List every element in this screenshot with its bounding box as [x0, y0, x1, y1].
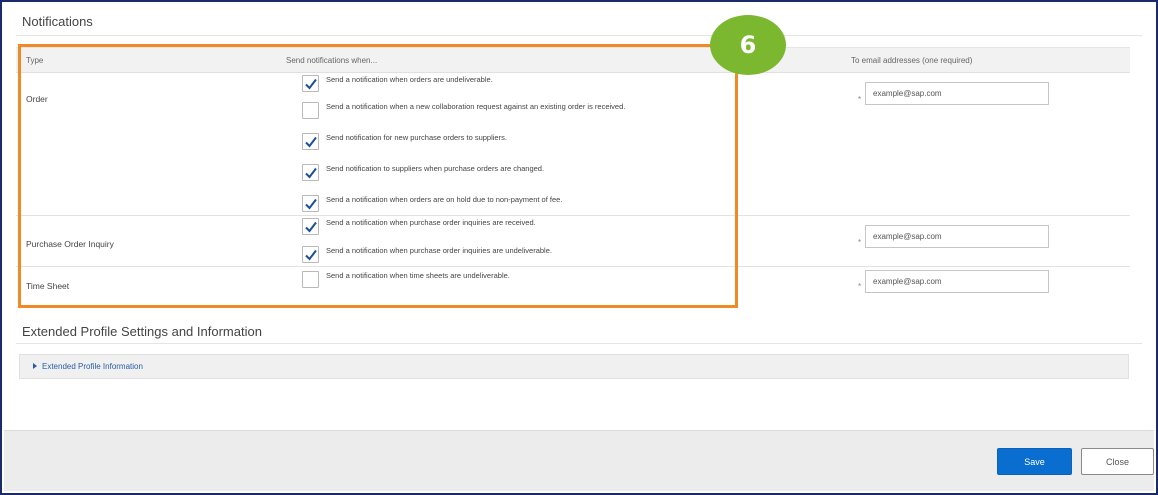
checkbox[interactable] [302, 195, 319, 212]
required-marker: * [858, 95, 862, 104]
option-label: Send a notification when a new collabora… [326, 102, 626, 111]
option-label: Send a notification when time sheets are… [326, 271, 510, 280]
notification-settings-page: Notifications Type Send notifications wh… [0, 0, 1158, 495]
purchase-order-inquiry-email-field[interactable] [865, 225, 1049, 248]
extended-profile-bar[interactable]: Extended Profile Information [19, 354, 1129, 379]
checkmark-icon [305, 198, 317, 210]
checkbox[interactable] [302, 102, 319, 119]
checkmark-icon [305, 167, 317, 179]
checkmark-icon [305, 249, 317, 261]
footer-bar: Save Close [4, 430, 1154, 491]
title-divider [16, 35, 1142, 36]
notifications-title: Notifications [22, 14, 93, 29]
row-label-time-sheet: Time Sheet [26, 281, 70, 291]
close-button[interactable]: Close [1081, 448, 1154, 475]
required-marker: * [858, 238, 862, 247]
option-label: Send notification to suppliers when purc… [326, 164, 545, 173]
title-divider [16, 343, 1142, 344]
checkmark-icon [305, 78, 317, 90]
save-button[interactable]: Save [997, 448, 1072, 475]
option-label: Send notification for new purchase order… [326, 133, 507, 142]
order-email-field[interactable] [865, 82, 1049, 105]
checkmark-icon [305, 221, 317, 233]
row-label-order: Order [26, 94, 48, 104]
option-label: Send a notification when orders are on h… [326, 195, 563, 204]
step-badge: 6 [710, 15, 786, 75]
expand-caret-icon[interactable] [33, 363, 37, 369]
column-header-type: Type [26, 56, 44, 65]
checkbox[interactable] [302, 246, 319, 263]
time-sheet-email-field[interactable] [865, 270, 1049, 293]
extended-profile-title: Extended Profile Settings and Informatio… [22, 324, 262, 339]
checkmark-icon [305, 136, 317, 148]
option-label: Send a notification when purchase order … [326, 218, 536, 227]
checkbox[interactable] [302, 164, 319, 181]
required-marker: * [858, 282, 862, 291]
checkbox[interactable] [302, 271, 319, 288]
extended-profile-link[interactable]: Extended Profile Information [42, 362, 143, 371]
option-label: Send a notification when purchase order … [326, 246, 552, 255]
checkbox[interactable] [302, 218, 319, 235]
column-header-send-when: Send notifications when... [286, 56, 378, 65]
column-header-emails: To email addresses (one required) [851, 56, 973, 65]
row-divider [16, 266, 1130, 267]
checkbox[interactable] [302, 133, 319, 150]
option-label: Send a notification when orders are unde… [326, 75, 493, 84]
checkbox[interactable] [302, 75, 319, 92]
table-header: Type Send notifications when... To email… [16, 47, 1130, 73]
row-divider [16, 215, 1130, 216]
row-label-purchase-order-inquiry: Purchase Order Inquiry [26, 239, 114, 249]
